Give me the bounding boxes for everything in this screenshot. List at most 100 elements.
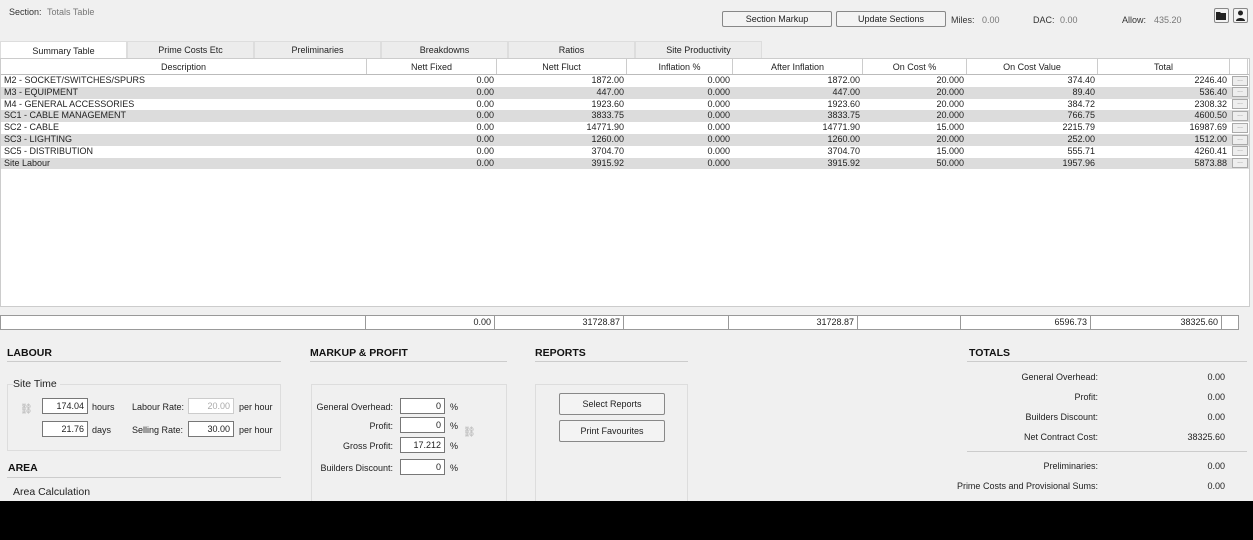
selling-rate-input[interactable]: 30.00	[188, 421, 234, 437]
table-row[interactable]: SC5 - DISTRIBUTION 0.00 3704.70 0.000 3704.7…	[1, 146, 1249, 158]
table-cell: 0.000	[707, 75, 730, 85]
table-cell: 20.000	[936, 98, 964, 109]
labour-rate-input[interactable]: 20.00	[188, 398, 234, 414]
row-details-button[interactable]: ...	[1232, 158, 1248, 169]
tab-site-productivity[interactable]: Site Productivity	[635, 41, 762, 58]
table-cell: SC1 - CABLE MANAGEMENT	[4, 110, 127, 121]
dac-label: DAC:	[1033, 15, 1055, 25]
column-header[interactable]: Nett Fixed	[367, 59, 497, 74]
column-header[interactable]: On Cost %	[863, 59, 967, 74]
table-row[interactable]: SC3 - LIGHTING 0.00 1260.00 0.000 1260.00 20.…	[1, 133, 1249, 146]
table-row[interactable]: M4 - GENERAL ACCESSORIES 0.00 1923.60 0.000…	[1, 99, 1249, 111]
totals-value: 38325.60	[1187, 432, 1225, 442]
column-header[interactable]: Description	[1, 59, 367, 74]
row-details-button[interactable]: ...	[1232, 134, 1248, 145]
days-input[interactable]: 21.76	[42, 421, 88, 437]
table-row[interactable]: Site Labour 0.00 3915.92 0.000 3915.92 50.000…	[1, 157, 1249, 170]
table-cell: 766.75	[1067, 110, 1095, 121]
totals-value: 0.00	[1207, 372, 1225, 382]
table-cell: 0.000	[707, 145, 730, 156]
column-header[interactable]: Inflation %	[627, 59, 733, 74]
link-icon[interactable]: ⛓	[463, 427, 476, 438]
table-cell: 3704.70	[827, 145, 860, 156]
user-icon[interactable]	[1233, 8, 1248, 23]
table-cell: 15.000	[936, 145, 964, 156]
table-cell: SC2 - CABLE	[4, 122, 60, 133]
totals-cell: 31728.87	[728, 315, 858, 330]
area-heading: AREA	[8, 462, 38, 474]
totals-value: 0.00	[1207, 481, 1225, 491]
builders-discount-input[interactable]: 0	[400, 459, 445, 475]
table-cell: 16987.69	[1189, 122, 1227, 133]
totals-heading: TOTALS	[969, 347, 1011, 359]
table-cell: 2308.32	[1194, 98, 1227, 109]
table-cell: 3915.92	[827, 157, 860, 168]
profit-label: Profit:	[369, 421, 393, 431]
table-cell: 3833.75	[591, 110, 624, 121]
table-cell: SC3 - LIGHTING	[4, 133, 73, 144]
table-cell: 1872.00	[591, 75, 624, 85]
area-calculation-label: Area Calculation	[13, 486, 91, 498]
pct-label: %	[450, 402, 459, 412]
print-favourites-button[interactable]: Print Favourites	[559, 420, 665, 442]
totals-label: Profit:	[1074, 392, 1098, 402]
pct-label: %	[450, 463, 459, 473]
row-details-button[interactable]: ...	[1232, 122, 1248, 133]
select-reports-button[interactable]: Select Reports	[559, 393, 665, 415]
table-cell: 0.000	[707, 133, 730, 144]
section-value: Totals Table	[47, 7, 95, 17]
hours-input[interactable]: 174.04	[42, 398, 88, 414]
hours-unit: hours	[92, 402, 115, 412]
folder-icon[interactable]	[1214, 8, 1229, 23]
totals-label: General Overhead:	[1021, 372, 1098, 382]
column-header[interactable]: Total	[1098, 59, 1230, 74]
totals-cell: 38325.60	[1090, 315, 1222, 330]
table-cell: 0.000	[707, 110, 730, 121]
update-sections-button[interactable]: Update Sections	[836, 11, 946, 27]
table-cell: M3 - EQUIPMENT	[4, 86, 79, 97]
miles-label: Miles:	[951, 15, 975, 25]
table-cell: 1512.00	[1194, 133, 1227, 144]
table-row[interactable]: M3 - EQUIPMENT 0.00 447.00 0.000 447.00 20.00…	[1, 86, 1249, 99]
table-cell: 0.00	[476, 157, 494, 168]
table-cell: 4260.41	[1194, 145, 1227, 156]
row-details-button[interactable]: ...	[1232, 75, 1248, 86]
table-cell: 1923.60	[591, 98, 624, 109]
tab-breakdowns[interactable]: Breakdowns	[381, 41, 508, 58]
general-overhead-input[interactable]: 0	[400, 398, 445, 414]
column-header[interactable]: On Cost Value	[967, 59, 1098, 74]
totals-spacer	[1221, 315, 1239, 330]
profit-input[interactable]: 0	[400, 417, 445, 433]
table-cell: 0.00	[476, 86, 494, 97]
tab-prime-costs[interactable]: Prime Costs Etc	[127, 41, 254, 58]
row-details-button[interactable]: ...	[1232, 99, 1248, 110]
table-cell: 2215.79	[1062, 122, 1095, 133]
tab-preliminaries[interactable]: Preliminaries	[254, 41, 381, 58]
link-icon[interactable]: ⛓	[20, 404, 33, 415]
column-header[interactable]: Nett Fluct	[497, 59, 627, 74]
row-details-button[interactable]: ...	[1232, 87, 1248, 98]
table-row[interactable]: SC2 - CABLE 0.00 14771.90 0.000 14771.90 15.0…	[1, 122, 1249, 134]
table-cell: 3833.75	[827, 110, 860, 121]
totals-label: Prime Costs and Provisional Sums:	[956, 481, 1098, 491]
table-cell: M2 - SOCKET/SWITCHES/SPURS	[4, 75, 146, 85]
table-cell: 0.00	[476, 110, 494, 121]
labour-heading: LABOUR	[7, 347, 52, 359]
row-details-button[interactable]: ...	[1232, 146, 1248, 157]
table-cell: 2246.40	[1194, 75, 1227, 85]
gross-profit-input[interactable]: 17.212	[400, 437, 445, 453]
tab-summary-table[interactable]: Summary Table	[0, 41, 127, 59]
table-cell: 20.000	[936, 75, 964, 85]
selling-rate-label: Selling Rate:	[132, 425, 184, 435]
tab-ratios[interactable]: Ratios	[508, 41, 635, 58]
section-markup-button[interactable]: Section Markup	[722, 11, 832, 27]
column-header[interactable]: After Inflation	[733, 59, 863, 74]
row-details-button[interactable]: ...	[1232, 111, 1248, 122]
site-time-group	[7, 384, 281, 451]
table-row[interactable]: SC1 - CABLE MANAGEMENT 0.00 3833.75 0.000 38…	[1, 110, 1249, 123]
table-row[interactable]: M2 - SOCKET/SWITCHES/SPURS 0.00 1872.00 0.0…	[1, 75, 1249, 87]
general-overhead-label: General Overhead:	[316, 402, 393, 412]
totals-label: Net Contract Cost:	[1023, 432, 1098, 442]
table-cell: 20.000	[936, 86, 964, 97]
table-cell: 384.72	[1067, 98, 1095, 109]
